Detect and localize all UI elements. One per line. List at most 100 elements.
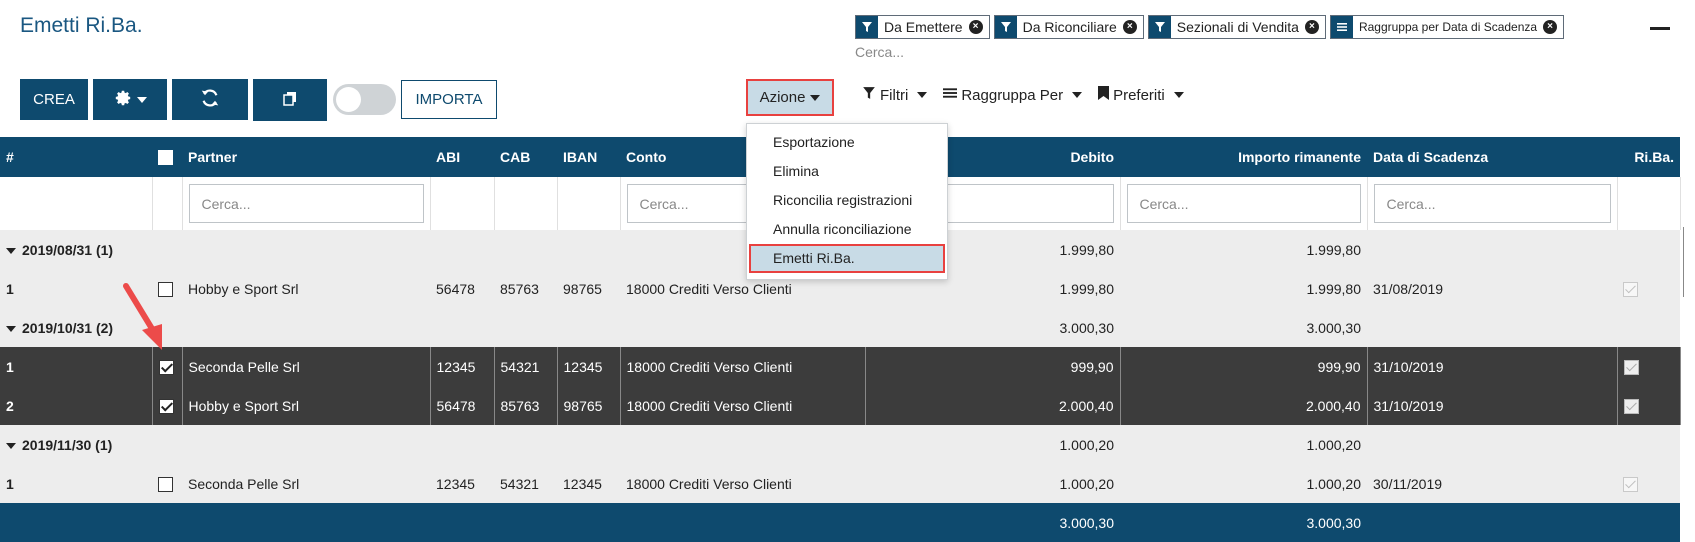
riba-checkbox bbox=[1623, 398, 1639, 414]
view-toggle[interactable] bbox=[333, 84, 396, 115]
riba-checkbox bbox=[1623, 359, 1639, 375]
gear-icon bbox=[114, 89, 132, 111]
group-rimanente: 1.999,80 bbox=[1306, 241, 1362, 258]
menu-item-elimina[interactable]: Elimina bbox=[747, 157, 947, 186]
cab-cell: 85763 bbox=[494, 386, 558, 425]
conto-cell: 18000 Crediti Verso Clienti bbox=[620, 386, 866, 425]
table-row[interactable]: 1 Seconda Pelle Srl 12345 54321 12345 18… bbox=[0, 347, 1681, 386]
azione-dropdown-button[interactable]: Azione bbox=[746, 79, 834, 116]
filtri-label: Filtri bbox=[880, 86, 909, 104]
group-rimanente: 3.000,30 bbox=[1306, 319, 1362, 336]
iban-cell: 98765 bbox=[563, 280, 602, 297]
cell bbox=[620, 308, 865, 347]
close-icon[interactable]: × bbox=[1543, 20, 1558, 34]
partner-cell: Hobby e Sport Srl bbox=[188, 280, 299, 297]
scadenza-cell: 31/10/2019 bbox=[1367, 386, 1618, 425]
filter-icon bbox=[862, 86, 876, 104]
debito-cell: 2.000,40 bbox=[865, 386, 1121, 425]
filtri-dropdown[interactable]: Filtri bbox=[862, 86, 928, 104]
facet-da-emettere: Da Emettere × bbox=[855, 15, 990, 39]
footer-rimanente: 3.000,30 bbox=[1306, 515, 1362, 531]
col-cab[interactable]: CAB bbox=[494, 137, 557, 177]
filter-icon bbox=[1148, 16, 1171, 38]
cell bbox=[1617, 425, 1680, 464]
col-abi[interactable]: ABI bbox=[430, 137, 494, 177]
filter-icon bbox=[856, 16, 878, 38]
col-iban[interactable]: IBAN bbox=[557, 137, 620, 177]
cell bbox=[1617, 230, 1680, 269]
filter-icon bbox=[994, 16, 1017, 38]
rimanente-cell: 1.000,20 bbox=[1306, 475, 1362, 492]
group-row[interactable]: 2019/10/31 (2) 3.000,30 3.000,30 bbox=[0, 308, 1680, 347]
preferiti-dropdown[interactable]: Preferiti bbox=[1098, 86, 1184, 104]
menu-item-riconcilia[interactable]: Riconcilia registrazioni bbox=[747, 186, 947, 215]
row-checkbox[interactable] bbox=[158, 398, 174, 414]
chevron-down-icon bbox=[136, 96, 147, 103]
col-riba[interactable]: Ri.Ba. bbox=[1617, 137, 1680, 177]
azione-label: Azione bbox=[759, 89, 806, 106]
group-rimanente: 1.000,20 bbox=[1306, 436, 1362, 453]
facet-label: Da Emettere bbox=[884, 19, 963, 35]
facet-label: Raggruppa per Data di Scadenza bbox=[1358, 20, 1538, 34]
facet-raggruppa: Raggruppa per Data di Scadenza × bbox=[1329, 15, 1565, 39]
table-row[interactable]: 1 Seconda Pelle Srl 12345 54321 12345 18… bbox=[0, 464, 1680, 503]
toggle-knob bbox=[336, 87, 361, 112]
cell bbox=[1367, 425, 1617, 464]
col-importo-rimanente[interactable]: Importo rimanente bbox=[1120, 137, 1367, 177]
group-label: 2019/11/30 (1) bbox=[22, 436, 113, 453]
import-button[interactable]: IMPORTA bbox=[401, 80, 497, 119]
menu-item-annulla-riconciliazione[interactable]: Annulla riconciliazione bbox=[747, 215, 947, 244]
debito-cell: 999,90 bbox=[865, 347, 1121, 386]
riba-checkbox bbox=[1623, 281, 1638, 297]
caret-down-icon bbox=[6, 325, 16, 332]
rimanente-filter-input[interactable] bbox=[1126, 184, 1361, 223]
footer-cell bbox=[1617, 503, 1680, 542]
row-select-cell bbox=[152, 464, 182, 503]
filter-cell bbox=[557, 177, 621, 230]
cab-cell: 54321 bbox=[494, 347, 558, 386]
scadenza-cell: 31/10/2019 bbox=[1367, 347, 1618, 386]
scrollbar[interactable] bbox=[1683, 227, 1684, 297]
cab-cell: 54321 bbox=[500, 475, 539, 492]
search-input[interactable] bbox=[855, 44, 1555, 60]
menu-item-esportazione[interactable]: Esportazione bbox=[747, 128, 947, 157]
debito-cell: 1.000,20 bbox=[1059, 475, 1115, 492]
menu-item-emetti-riba[interactable]: Emetti Ri.Ba. bbox=[749, 244, 945, 273]
col-number[interactable]: # bbox=[0, 137, 152, 177]
riba-cell bbox=[1617, 386, 1681, 425]
col-data-scadenza[interactable]: Data di Scadenza bbox=[1367, 137, 1617, 177]
pointer-arrow-icon bbox=[118, 280, 168, 358]
table-row[interactable]: 2 Hobby e Sport Srl 56478 85763 98765 18… bbox=[0, 386, 1681, 425]
partner-cell: Seconda Pelle Srl bbox=[182, 347, 431, 386]
group-label: 2019/08/31 (1) bbox=[22, 241, 114, 258]
col-partner[interactable]: Partner bbox=[182, 137, 430, 177]
row-checkbox[interactable] bbox=[158, 476, 173, 492]
create-button[interactable]: CREA bbox=[20, 79, 88, 120]
partner-filter-input[interactable] bbox=[188, 184, 424, 223]
table-footer: 3.000,30 3.000,30 bbox=[0, 503, 1680, 542]
close-icon[interactable]: × bbox=[1304, 20, 1319, 34]
close-icon[interactable]: × bbox=[1122, 20, 1137, 34]
filter-cell bbox=[494, 177, 558, 230]
scadenza-filter-input[interactable] bbox=[1373, 184, 1611, 223]
group-row[interactable]: 2019/11/30 (1) 1.000,20 1.000,20 bbox=[0, 425, 1680, 464]
iban-cell: 12345 bbox=[563, 475, 602, 492]
refresh-button[interactable] bbox=[172, 79, 248, 120]
caret-down-icon bbox=[6, 247, 16, 254]
select-all-cell bbox=[152, 137, 182, 177]
raggruppa-label: Raggruppa Per bbox=[961, 86, 1064, 104]
select-all-checkbox[interactable] bbox=[158, 150, 173, 166]
minimize-icon[interactable] bbox=[1650, 27, 1670, 30]
footer-cell bbox=[0, 503, 865, 542]
abi-cell: 56478 bbox=[430, 386, 495, 425]
group-label-cell: 2019/08/31 (1) bbox=[0, 230, 620, 269]
riba-cell bbox=[1617, 347, 1681, 386]
cell bbox=[1617, 308, 1680, 347]
close-icon[interactable]: × bbox=[968, 20, 983, 34]
riba-cell bbox=[1617, 269, 1680, 308]
row-checkbox[interactable] bbox=[158, 359, 174, 375]
filter-cell bbox=[1617, 177, 1681, 230]
settings-dropdown-button[interactable] bbox=[93, 79, 167, 120]
raggruppa-dropdown[interactable]: Raggruppa Per bbox=[943, 86, 1083, 104]
duplicate-button[interactable] bbox=[253, 79, 327, 121]
